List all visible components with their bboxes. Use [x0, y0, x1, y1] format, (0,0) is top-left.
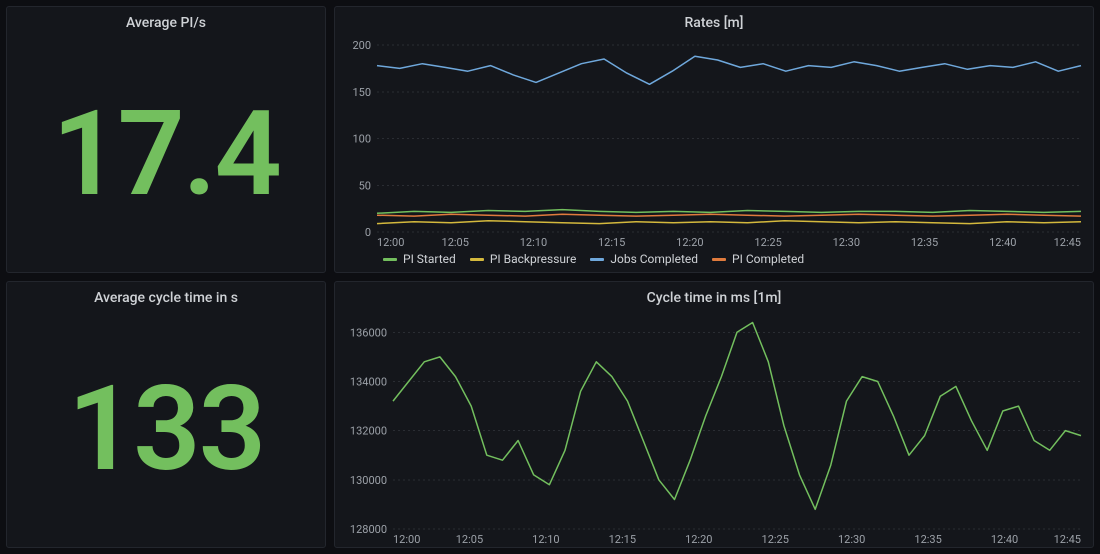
- svg-text:12:30: 12:30: [833, 236, 860, 249]
- svg-text:12:00: 12:00: [377, 236, 404, 249]
- svg-text:50: 50: [359, 179, 371, 192]
- svg-text:12:25: 12:25: [754, 236, 781, 249]
- legend-label: Jobs Completed: [610, 252, 698, 266]
- panel-cycle: Cycle time in ms [1m] 128000 130000 132000…: [334, 281, 1094, 548]
- legend-swatch: [470, 258, 484, 261]
- chart-cycle[interactable]: 128000 130000 132000 134000 136000 12:00 12:05…: [335, 310, 1093, 547]
- svg-text:12:10: 12:10: [532, 533, 559, 546]
- svg-text:12:45: 12:45: [1054, 236, 1081, 249]
- svg-text:12:20: 12:20: [685, 533, 712, 546]
- svg-text:12:40: 12:40: [989, 236, 1016, 249]
- svg-text:12:35: 12:35: [914, 533, 941, 546]
- svg-text:12:15: 12:15: [598, 236, 625, 249]
- legend-item[interactable]: PI Started: [383, 252, 456, 266]
- svg-text:12:05: 12:05: [442, 236, 469, 249]
- value-avg-cycle: 133: [68, 370, 264, 488]
- svg-text:12:05: 12:05: [456, 533, 483, 546]
- svg-text:12:35: 12:35: [911, 236, 938, 249]
- svg-text:12:15: 12:15: [609, 533, 636, 546]
- legend-item[interactable]: PI Backpressure: [470, 252, 577, 266]
- svg-text:0: 0: [365, 226, 371, 239]
- panel-avg-cycle: Average cycle time in s 133: [6, 281, 326, 548]
- legend-label: PI Completed: [732, 252, 804, 266]
- svg-text:200: 200: [352, 39, 371, 52]
- panel-rates: Rates [m] 0 50 100 150 200 12:00 12:05 12:10 12:…: [334, 6, 1094, 273]
- svg-text:12:25: 12:25: [762, 533, 789, 546]
- dashboard: Average PI/s 17.4 Rates [m] 0 50 100 150 200…: [0, 0, 1100, 554]
- panel-title-avg-pi: Average PI/s: [7, 7, 325, 35]
- legend-swatch: [712, 258, 726, 261]
- panel-title-cycle: Cycle time in ms [1m]: [335, 282, 1093, 310]
- legend-label: PI Backpressure: [490, 252, 577, 266]
- svg-text:132000: 132000: [350, 425, 387, 438]
- svg-text:100: 100: [352, 133, 371, 146]
- svg-text:12:40: 12:40: [991, 533, 1018, 546]
- svg-text:136000: 136000: [350, 326, 387, 339]
- svg-text:12:00: 12:00: [393, 533, 420, 546]
- panel-avg-pi: Average PI/s 17.4: [6, 6, 326, 273]
- big-number-avg-cycle: 133: [7, 310, 325, 547]
- svg-text:12:10: 12:10: [520, 236, 547, 249]
- legend-item[interactable]: PI Completed: [712, 252, 804, 266]
- svg-text:130000: 130000: [350, 474, 387, 487]
- svg-text:128000: 128000: [350, 523, 387, 536]
- big-number-avg-pi: 17.4: [7, 35, 325, 272]
- legend-label: PI Started: [403, 252, 456, 266]
- chart-rates[interactable]: 0 50 100 150 200 12:00 12:05 12:10 12:15 12:20 12:…: [335, 35, 1093, 250]
- svg-text:12:30: 12:30: [838, 533, 865, 546]
- legend-swatch: [590, 258, 604, 261]
- svg-text:150: 150: [352, 86, 371, 99]
- legend-swatch: [383, 258, 397, 261]
- svg-text:134000: 134000: [350, 375, 387, 388]
- legend-rates: PI Started PI Backpressure Jobs Completed P…: [335, 250, 1093, 272]
- svg-text:12:20: 12:20: [676, 236, 703, 249]
- value-avg-pi: 17.4: [52, 95, 280, 213]
- legend-item[interactable]: Jobs Completed: [590, 252, 698, 266]
- panel-title-rates: Rates [m]: [335, 7, 1093, 35]
- panel-title-avg-cycle: Average cycle time in s: [7, 282, 325, 310]
- svg-text:12:45: 12:45: [1054, 533, 1081, 546]
